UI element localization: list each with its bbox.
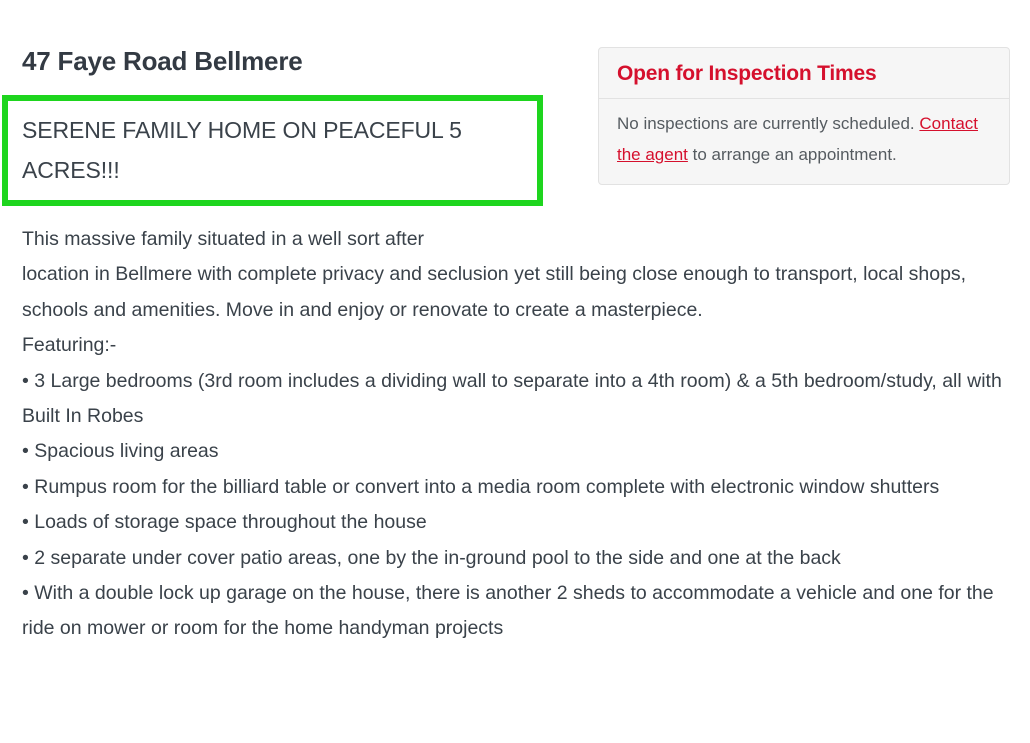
page-title: 47 Faye Road Bellmere: [22, 46, 303, 76]
inspection-card-title: Open for Inspection Times: [617, 62, 877, 85]
inspection-status-text: No inspections are currently scheduled.: [617, 114, 915, 133]
feature-item: • Loads of storage space throughout the …: [22, 511, 427, 534]
feature-item: • 3 Large bedrooms (3rd room includes a …: [22, 369, 1002, 428]
feature-item: • With a double lock up garage on the ho…: [22, 582, 994, 640]
feature-item: • 2 separate under cover patio areas, on…: [22, 546, 841, 569]
property-subheading: SERENE FAMILY HOME ON PEACEFUL 5 ACRES!!…: [22, 117, 462, 183]
description-intro-line-2: location in Bellmere with complete priva…: [22, 263, 967, 321]
inspection-card-header: Open for Inspection Times: [599, 48, 1009, 99]
featuring-label: Featuring:-: [22, 334, 117, 357]
property-description: This massive family situated in a well s…: [22, 222, 1012, 647]
description-intro-line-1: This massive family situated in a well s…: [22, 228, 425, 250]
inspection-link-suffix: to arrange an appointment.: [687, 145, 897, 164]
feature-item: • Spacious living areas: [22, 440, 219, 463]
inspection-times-card: Open for Inspection Times No inspections…: [598, 47, 1010, 185]
highlight-box: SERENE FAMILY HOME ON PEACEFUL 5 ACRES!!…: [2, 95, 543, 206]
inspection-card-body: No inspections are currently scheduled. …: [599, 99, 1009, 184]
feature-item: • Rumpus room for the billiard table or …: [22, 475, 940, 498]
